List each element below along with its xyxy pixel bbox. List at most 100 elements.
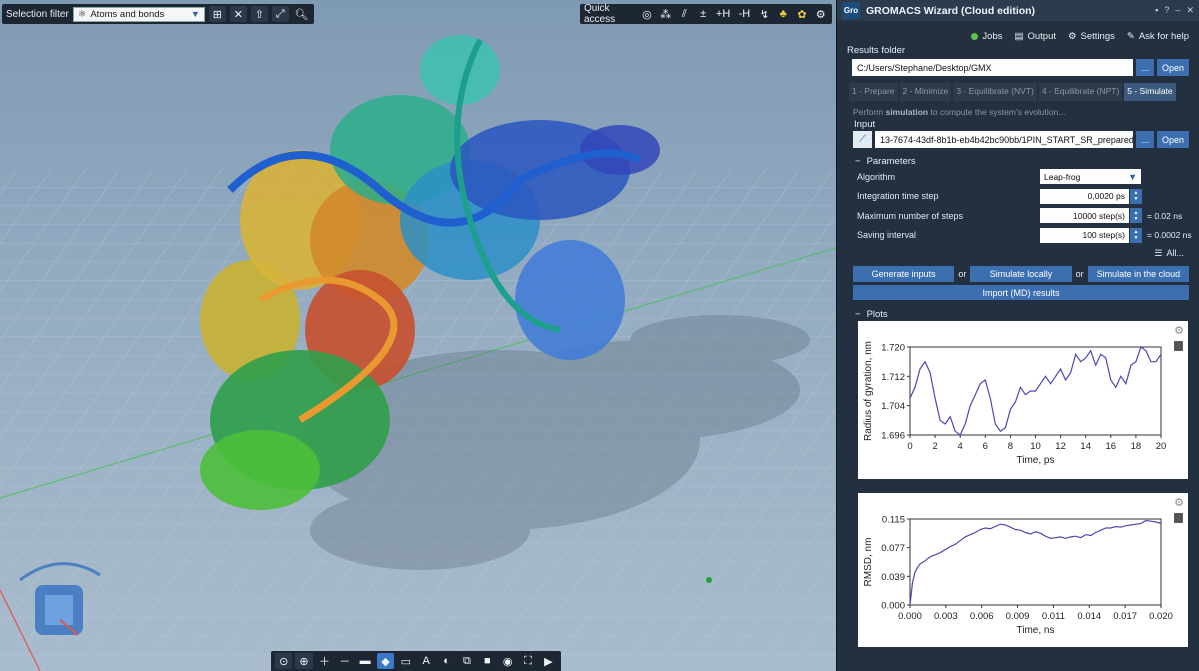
series-line: [909, 346, 1162, 436]
tab-minimize[interactable]: 2 - Minimize: [899, 83, 952, 101]
list-icon: ☰: [1154, 247, 1163, 258]
tab-prepare[interactable]: 1 - Prepare: [849, 83, 898, 101]
input-open-button[interactable]: Open: [1156, 131, 1189, 148]
parameters-heading: Parameters: [866, 155, 916, 167]
max-steps-stepper[interactable]: ▲ ▼: [1130, 208, 1142, 224]
x-tick-label: 0.003: [934, 611, 958, 622]
parameters-header[interactable]: − Parameters: [837, 149, 1199, 167]
molecule-scene[interactable]: [0, 0, 836, 671]
algorithm-dropdown[interactable]: Leap-frog ▼: [1040, 169, 1141, 185]
molecule-icon[interactable]: ✿: [795, 6, 810, 22]
quick-access-toolbar: Quick access ◎ ⁂ ⫽ ± +H -H ↯ ♣ ✿ ⚙: [580, 3, 832, 25]
quick-access-label: Quick access: [584, 3, 616, 25]
play-icon[interactable]: ▶: [540, 653, 557, 669]
collapse-icon: −: [855, 308, 861, 320]
3d-viewport[interactable]: Selection filter ⚛ Atoms and bonds ▼ ⊞ ✕…: [0, 0, 836, 671]
help-question-icon[interactable]: ?: [1164, 5, 1169, 16]
select-expand-icon[interactable]: ⤢: [271, 6, 289, 22]
add-atoms-icon[interactable]: ⁂: [658, 6, 673, 22]
minimize-icon[interactable]: –: [1175, 5, 1180, 16]
clean-icon[interactable]: ↯: [757, 6, 772, 22]
generate-inputs-button[interactable]: Generate inputs: [853, 266, 955, 282]
saving-interval-label: Saving interval: [857, 230, 917, 241]
wizard-tabs: 1 - Prepare 2 - Minimize 3 - Equilibrate…: [837, 77, 1199, 101]
or-label: or: [1075, 269, 1084, 279]
results-folder-field[interactable]: C:/Users/Stephane/Desktop/GMX: [852, 59, 1134, 76]
gear-icon[interactable]: ⚙: [1174, 324, 1184, 337]
zoom-out-icon[interactable]: －: [336, 653, 353, 669]
zoom-search-icon[interactable]: 🔍︎: [293, 6, 310, 22]
plots-header[interactable]: − Plots: [837, 300, 1199, 320]
jobs-link[interactable]: Jobs: [971, 31, 1002, 42]
input-browse-button[interactable]: ...: [1136, 131, 1154, 148]
tab-simulate[interactable]: 5 - Simulate: [1124, 83, 1176, 101]
save-plot-icon[interactable]: [1174, 513, 1183, 523]
saving-interval-stepper[interactable]: ▲ ▼: [1130, 227, 1142, 243]
settings-link[interactable]: ⚙ Settings: [1068, 31, 1115, 42]
saving-interval-field[interactable]: 100 step(s): [1040, 227, 1129, 243]
deselect-icon[interactable]: ✕: [229, 6, 247, 22]
panel-title: GROMACS Wizard (Cloud edition): [866, 4, 1036, 17]
perspective-icon[interactable]: ◆: [376, 653, 395, 669]
max-steps-field[interactable]: 10000 step(s): [1040, 208, 1129, 224]
or-label: or: [958, 269, 967, 279]
select-all-icon[interactable]: ⊞: [208, 6, 226, 22]
save-icon[interactable]: ▪: [1155, 5, 1158, 16]
charge-icon[interactable]: ±: [696, 6, 711, 22]
gear-icon[interactable]: ⚙: [1174, 496, 1184, 509]
x-tick-label: 20: [1156, 441, 1167, 452]
all-parameters-link[interactable]: ☰ All...: [837, 245, 1199, 261]
select-up-icon[interactable]: ⇧: [250, 6, 268, 22]
plane-icon[interactable]: ▭: [397, 653, 414, 669]
x-tick-label: 0: [907, 441, 912, 452]
y-tick-label: 0.000: [881, 601, 905, 612]
input-label: Input: [854, 119, 876, 130]
camera-icon[interactable]: ◐: [438, 653, 455, 669]
import-results-button[interactable]: Import (MD) results: [853, 285, 1189, 300]
output-link[interactable]: ▤ Output: [1014, 31, 1056, 42]
panel-links: Jobs ▤ Output ⚙ Settings ✎ Ask for help: [837, 21, 1199, 45]
results-browse-button[interactable]: ...: [1136, 59, 1154, 76]
fullscreen-icon[interactable]: ⛶: [519, 653, 536, 669]
x-tick-label: 6: [983, 441, 988, 452]
time-step-field[interactable]: 0,0020 ps: [1040, 188, 1129, 204]
zoom-fit-icon[interactable]: ⊙: [275, 653, 293, 669]
save-plot-icon[interactable]: [1174, 341, 1183, 351]
ligand-icon[interactable]: ♣: [776, 6, 791, 22]
tab-equilibrate-npt[interactable]: 4 - Equilibrate (NPT): [1038, 83, 1123, 101]
y-tick-label: 0.115: [882, 515, 905, 526]
visibility-eye-icon[interactable]: ◉: [499, 653, 516, 669]
selection-filter-dropdown[interactable]: ⚛ Atoms and bonds ▼: [72, 6, 205, 22]
panel-titlebar: Gro GROMACS Wizard (Cloud edition) ▪ ? –…: [837, 0, 1199, 21]
close-icon[interactable]: ✕: [1186, 5, 1194, 16]
gear-icon: ⚙: [1068, 30, 1077, 42]
max-steps-label: Maximum number of steps: [857, 210, 964, 221]
background-icon[interactable]: ■: [479, 653, 496, 669]
clip-icon[interactable]: ⧉: [458, 653, 475, 669]
results-open-button[interactable]: Open: [1156, 59, 1189, 76]
selection-filter-value: Atoms and bonds: [90, 8, 165, 20]
labels-icon[interactable]: A: [418, 653, 435, 669]
rmsd-plot: 0.000 0.003 0.006 0.009 0.011 0.014 0.017 0.020…: [858, 493, 1188, 647]
zoom-selection-icon[interactable]: ⊕: [295, 653, 313, 669]
time-step-row: Integration time step 0,0020 ps ▲ ▼: [837, 187, 1199, 207]
box-icon[interactable]: ▬: [356, 653, 373, 669]
chat-icon: ✎: [1126, 30, 1135, 42]
gear-icon[interactable]: ⚙: [813, 6, 828, 22]
remove-hydrogens-button[interactable]: -H: [736, 6, 753, 22]
add-hydrogens-button[interactable]: +H: [714, 6, 731, 22]
y-tick-label: 0.077: [881, 543, 905, 554]
x-tick-label: 10: [1030, 441, 1041, 452]
help-link[interactable]: ✎ Ask for help: [1127, 31, 1189, 42]
y-tick-label: 0.039: [881, 572, 905, 583]
bond-icon[interactable]: ⫽: [677, 6, 692, 22]
tab-equilibrate-nvt[interactable]: 3 - Equilibrate (NVT): [953, 83, 1037, 101]
simulate-cloud-button[interactable]: Simulate in the cloud: [1087, 266, 1190, 282]
center-icon[interactable]: ◎: [640, 6, 655, 22]
zoom-in-icon[interactable]: ＋: [316, 653, 333, 669]
y-axis-label: Radius of gyration, nm: [863, 341, 874, 441]
input-file-field[interactable]: 13-7674-43df-8b1b-eb4b42bc90bb/1PIN_STAR…: [875, 131, 1134, 148]
series-line: [909, 519, 1162, 606]
time-step-stepper[interactable]: ▲ ▼: [1130, 188, 1142, 204]
simulate-locally-button[interactable]: Simulate locally: [970, 266, 1072, 282]
